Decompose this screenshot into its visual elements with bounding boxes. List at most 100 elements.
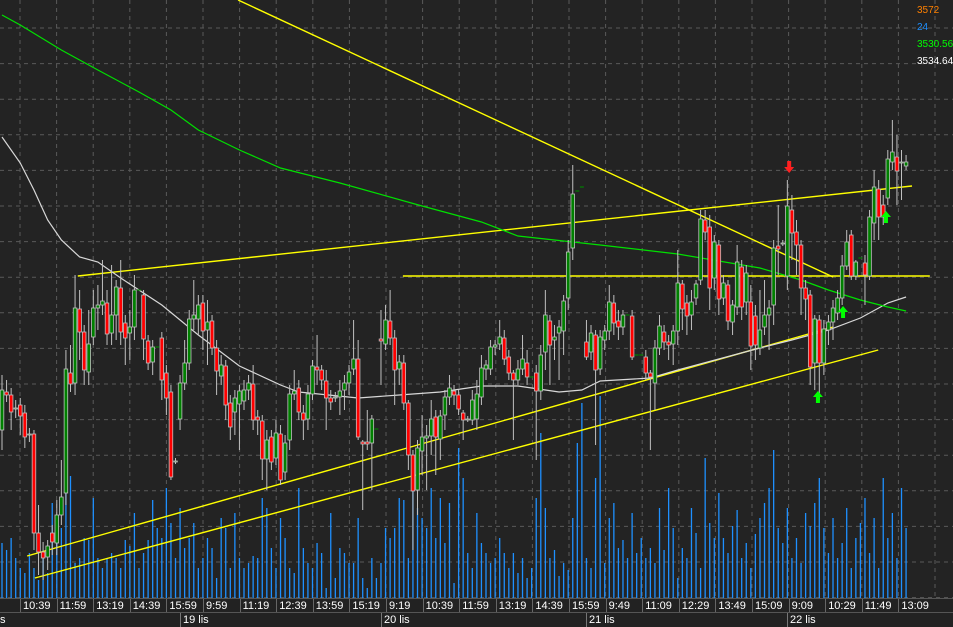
candle-body-down xyxy=(360,441,365,445)
candle-body-down xyxy=(314,366,320,371)
candle xyxy=(187,310,192,370)
time-tick-label: 11:09 xyxy=(642,599,672,613)
candle xyxy=(483,360,489,380)
candle-body-down xyxy=(228,402,233,428)
candle xyxy=(415,440,420,515)
day-label: 21 lis xyxy=(586,613,615,627)
candle xyxy=(497,320,502,350)
candle-body-up xyxy=(100,300,105,306)
candle xyxy=(150,340,155,375)
candle-body-down xyxy=(387,320,393,339)
candle xyxy=(429,400,434,455)
candle xyxy=(776,205,781,275)
candle xyxy=(652,340,658,410)
candle-body-up xyxy=(273,432,279,459)
candle xyxy=(250,365,256,430)
candle xyxy=(68,345,73,392)
candle xyxy=(474,380,480,430)
candle-body-up xyxy=(264,439,270,460)
candle-body-up xyxy=(177,382,183,420)
candle xyxy=(552,325,557,360)
candle-body-down xyxy=(410,454,416,492)
time-tick-label: 9:49 xyxy=(605,599,630,613)
candle-body-down xyxy=(278,433,283,481)
candle-body-up xyxy=(812,318,817,364)
candle xyxy=(807,290,813,385)
candle-body-up xyxy=(447,387,452,398)
candle-body-up xyxy=(132,289,137,328)
candle-body-up xyxy=(620,314,626,328)
candle-body-up xyxy=(844,241,849,267)
candle xyxy=(771,240,776,325)
candle-body-down xyxy=(753,315,758,346)
candle-body-down xyxy=(506,356,512,374)
candle-body-up xyxy=(424,435,429,439)
candle-body-up xyxy=(830,307,836,323)
candle xyxy=(597,330,603,375)
candle-body-up xyxy=(835,297,840,314)
candle xyxy=(744,265,749,315)
candle xyxy=(492,340,498,355)
candle-body-down xyxy=(118,287,123,333)
candle xyxy=(680,280,685,330)
time-tick-label: 15:19 xyxy=(349,599,380,613)
candle-body-up xyxy=(903,161,909,167)
candle xyxy=(228,395,233,440)
candle xyxy=(397,355,402,385)
legend-value-orange: 3572 xyxy=(917,5,940,16)
candle-body-up xyxy=(369,418,375,444)
candle-body-up xyxy=(766,307,772,316)
candle xyxy=(214,340,219,395)
candle xyxy=(447,375,452,405)
candle-body-down xyxy=(378,338,384,342)
candle xyxy=(209,315,215,355)
candle xyxy=(734,245,740,315)
date-axis: s 19 lis 20 lis 21 lis 22 lis xyxy=(0,612,953,627)
candle xyxy=(730,300,735,335)
candle xyxy=(200,295,206,350)
candle-body-up xyxy=(821,328,827,364)
candle-body-up xyxy=(442,396,448,416)
candle xyxy=(205,300,210,365)
candle-body-up xyxy=(287,393,292,441)
candle-body-up xyxy=(27,433,32,436)
candle-body-down xyxy=(661,331,667,343)
candle-body-up xyxy=(182,362,187,384)
candle xyxy=(323,370,329,430)
candle xyxy=(378,310,384,385)
candle xyxy=(337,380,343,415)
time-tick-label: 9:59 xyxy=(203,599,227,613)
candle xyxy=(72,275,78,395)
candle-body-down xyxy=(8,394,14,413)
candle xyxy=(502,330,507,365)
candle-body-up xyxy=(474,393,480,420)
candle xyxy=(757,290,763,355)
candle xyxy=(702,210,708,240)
candle-body-down xyxy=(739,266,744,308)
candle xyxy=(620,310,626,335)
day-label: 20 lis xyxy=(381,613,410,627)
candle-body-up xyxy=(744,272,749,303)
candle-body-down xyxy=(40,551,46,559)
candle xyxy=(18,398,23,435)
time-tick-label: 15:09 xyxy=(752,599,783,613)
candle xyxy=(282,435,288,480)
time-tick-label: 11:59 xyxy=(56,599,86,613)
price-chart[interactable] xyxy=(0,0,953,598)
candle-body-up xyxy=(565,251,571,299)
candle-body-up xyxy=(237,390,242,405)
candle-body-down xyxy=(547,320,553,346)
candle xyxy=(50,525,55,555)
candle xyxy=(689,290,694,330)
candle-body-down xyxy=(260,420,265,460)
candle-body-up xyxy=(91,307,96,338)
candle-body-down xyxy=(803,287,808,300)
candle xyxy=(305,385,311,430)
candle-body-up xyxy=(465,418,470,421)
candle xyxy=(812,315,817,390)
candle xyxy=(520,335,525,375)
candle-body-down xyxy=(666,341,671,346)
time-tick-label: 13:59 xyxy=(312,599,343,613)
candle-body-up xyxy=(54,514,59,544)
candle xyxy=(419,415,425,475)
